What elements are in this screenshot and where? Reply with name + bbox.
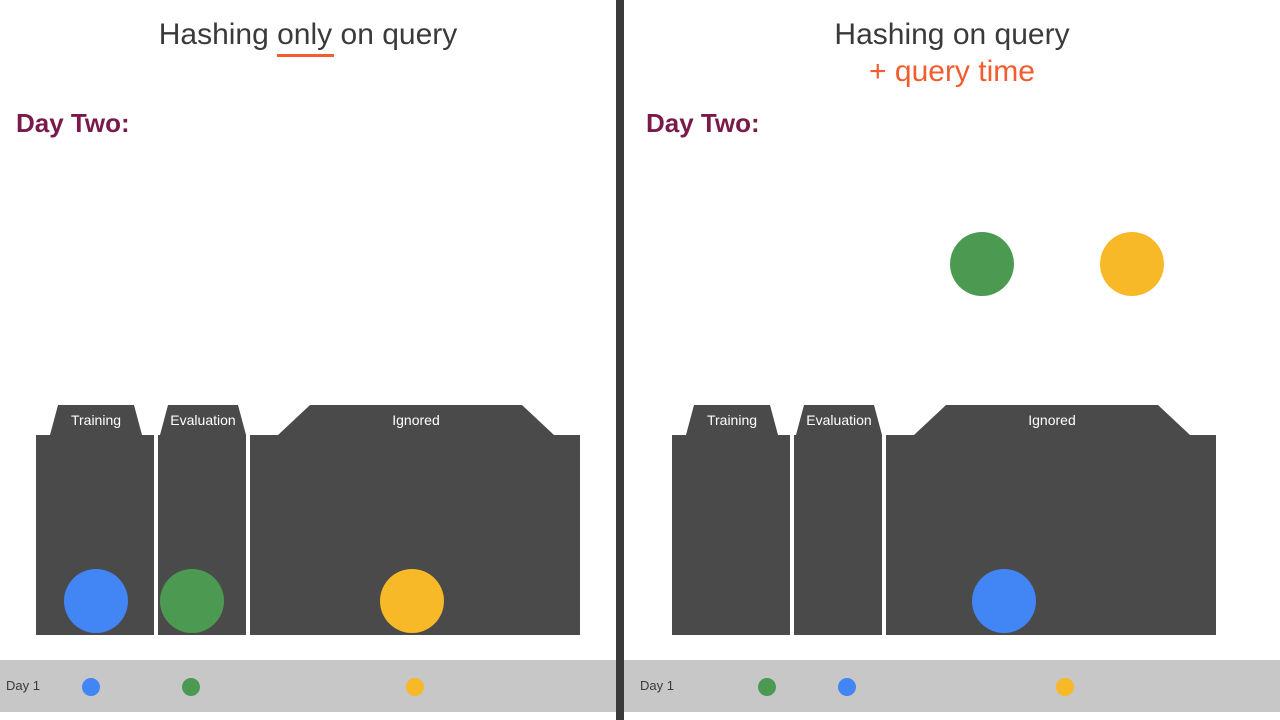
title-suffix: on query [332,18,457,51]
divider [616,0,624,720]
bucket-ignored-r [886,435,1216,635]
bucket-label-evaluation: Evaluation [160,405,246,435]
title-main-right: Hashing on query [834,18,1069,51]
title-left: Hashing only on query [0,18,616,53]
footer-dot-green-left [182,678,200,696]
footer-label-left: Day 1 [6,678,40,693]
footer-dot-yellow-right [1056,678,1074,696]
circle-blue-left [64,569,128,633]
panel-left: Hashing only on query Day Two: Training … [0,0,616,720]
circle-yellow-left [380,569,444,633]
day-label-right: Day Two: [646,108,760,139]
bucket-row-right: Training Evaluation Ignored [624,405,1280,645]
circle-blue-right [972,569,1036,633]
footer-dot-blue-right [838,678,856,696]
circle-green-left [160,569,224,633]
footer-label-right: Day 1 [640,678,674,693]
title-underline: only [277,18,332,53]
footer-dot-yellow-left [406,678,424,696]
title-right: Hashing on query + query time [624,18,1280,89]
bucket-label-training: Training [50,405,142,435]
bucket-label-training-r: Training [686,405,778,435]
panel-right: Hashing on query + query time Day Two: T… [624,0,1280,720]
circle-yellow-floating [1100,232,1164,296]
circle-green-floating [950,232,1014,296]
bucket-label-ignored-r: Ignored [914,405,1190,435]
bucket-row-left: Training Evaluation Ignored [0,405,616,645]
bucket-evaluation-r [794,435,882,635]
footer-dot-blue-left [82,678,100,696]
title-sub-right: + query time [624,55,1280,90]
footer-right: Day 1 [624,660,1280,712]
day-label-left: Day Two: [16,108,130,139]
bucket-label-ignored: Ignored [278,405,554,435]
footer-dot-green-right [758,678,776,696]
title-prefix: Hashing [159,18,277,51]
footer-left: Day 1 [0,660,616,712]
bucket-label-evaluation-r: Evaluation [796,405,882,435]
bucket-training-r [672,435,790,635]
